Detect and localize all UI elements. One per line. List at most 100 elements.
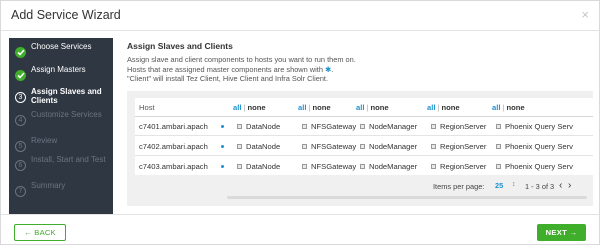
chevron-right-icon[interactable]: › [568,180,571,191]
component-checkbox[interactable]: RegionServer [431,142,486,151]
checkbox-icon[interactable] [237,123,242,129]
checkmark-icon [15,47,26,58]
checkbox-icon[interactable] [237,163,242,169]
select-all-link[interactable]: all [233,103,241,112]
host-cell: c7403.ambari.apach [139,162,224,171]
component-label: NFSGateway [311,162,357,171]
step-number-icon: 4 [15,115,26,126]
checkbox-icon[interactable] [431,143,436,149]
table-row: c7403.ambari.apach DataNode NFSGateway N… [135,157,593,175]
component-label: NodeManager [369,122,418,131]
component-checkbox[interactable]: Phoenix Query Serv [496,122,590,131]
component-checkbox[interactable]: NodeManager [360,162,417,171]
back-button[interactable]: ← BACK [14,224,66,241]
checkbox-icon[interactable] [360,123,365,129]
step-label: Customize Services [31,110,102,119]
host-name: c7401.ambari.apach [139,122,208,131]
component-label: NodeManager [369,142,418,151]
next-button[interactable]: NEXT → [537,224,586,241]
checkmark-icon [15,70,26,81]
step-assign-masters[interactable]: Assign Masters [9,65,113,88]
select-none-link[interactable]: none [441,103,459,112]
page-description: Assign slave and client components to ho… [127,55,427,84]
step-label: Summary [31,181,66,190]
select-all-link[interactable]: all [427,103,435,112]
step-install-start-test: 6 Install, Start and Test [9,155,113,182]
checkbox-icon[interactable] [496,123,501,129]
description-line: Assign slave and client components to ho… [127,55,356,64]
pagination: Items per page: 25 ↕ 1 - 3 of 3 ‹ › [427,180,593,194]
modal-footer: ← BACK NEXT → [1,214,600,245]
step-number-icon: 7 [15,186,26,197]
horizontal-scrollbar[interactable] [227,196,587,199]
checkbox-icon[interactable] [496,163,501,169]
select-all-link[interactable]: all [298,103,306,112]
table-row: c7402.ambari.apach DataNode NFSGateway N… [135,137,593,156]
step-number-icon: 6 [15,160,26,171]
component-checkbox[interactable]: RegionServer [431,122,486,131]
component-checkbox[interactable]: DataNode [237,162,280,171]
component-label: Phoenix Query Serv [505,162,573,171]
checkbox-icon[interactable] [237,143,242,149]
component-label: DataNode [246,122,281,131]
modal-title: Add Service Wizard [11,8,121,22]
select-none-link[interactable]: none [370,103,388,112]
grid-header-row: Host all | none all | none all | none all | none… [135,98,593,117]
select-none-link[interactable]: none [247,103,265,112]
step-label: Review [31,136,58,145]
component-checkbox[interactable]: NFSGateway [302,142,356,151]
step-label: Choose Services [31,42,92,51]
step-label: Assign Slaves and Clients [31,87,102,105]
chevron-left-icon[interactable]: ‹ [559,180,562,191]
select-none-link[interactable]: none [506,103,524,112]
component-label: NodeManager [369,162,418,171]
checkbox-icon[interactable] [360,143,365,149]
checkbox-icon[interactable] [431,123,436,129]
select-caret-icon[interactable]: ↕ [512,181,516,188]
select-all-link[interactable]: all [356,103,364,112]
component-label: Phoenix Query Serv [505,142,573,151]
add-service-wizard-modal: Add Service Wizard × Choose Services Ass… [0,0,600,245]
component-checkbox[interactable]: NodeManager [360,122,417,131]
component-label: Phoenix Query Serv [505,122,573,131]
step-number-icon: 5 [15,141,26,152]
separator: | [366,103,369,112]
items-per-page-label: Items per page: [433,182,485,191]
select-all-link[interactable]: all [492,103,500,112]
master-marker-icon [221,144,224,148]
component-checkbox[interactable]: Phoenix Query Serv [496,142,590,151]
close-icon[interactable]: × [581,7,589,22]
component-checkbox[interactable]: DataNode [237,142,280,151]
select-none-link[interactable]: none [312,103,330,112]
checkbox-icon[interactable] [302,163,307,169]
step-summary: 7 Summary [9,181,113,204]
checkbox-icon[interactable] [496,143,501,149]
separator: | [308,103,311,112]
component-checkbox[interactable]: NFSGateway [302,162,356,171]
step-number-icon: 3 [15,92,26,103]
table-row: c7401.ambari.apach DataNode NFSGateway N… [135,117,593,136]
component-checkbox[interactable]: NFSGateway [302,122,356,131]
separator: | [502,103,505,112]
nfsgateway-column-header: all | none [298,103,331,112]
master-marker-icon [221,124,224,128]
component-checkbox[interactable]: DataNode [237,122,280,131]
component-label: RegionServer [440,122,487,131]
checkbox-icon[interactable] [360,163,365,169]
checkbox-icon[interactable] [302,123,307,129]
component-checkbox[interactable]: Phoenix Query Serv [496,162,590,171]
step-choose-services[interactable]: Choose Services [9,42,113,65]
component-checkbox[interactable]: NodeManager [360,142,417,151]
description-text: . [331,64,334,74]
description-text: Hosts that are assigned master component… [127,64,323,74]
datanode-column-header: all | none [233,103,266,112]
assignment-panel: Host all | none all | none all | none all | none… [127,91,593,206]
component-label: NFSGateway [311,122,357,131]
checkbox-icon[interactable] [431,163,436,169]
component-checkbox[interactable]: RegionServer [431,162,486,171]
checkbox-icon[interactable] [302,143,307,149]
regionserver-column-header: all | none [427,103,460,112]
host-cell: c7402.ambari.apach [139,142,224,151]
host-name: c7402.ambari.apach [139,142,208,151]
items-per-page-select[interactable]: 25 [495,181,503,190]
